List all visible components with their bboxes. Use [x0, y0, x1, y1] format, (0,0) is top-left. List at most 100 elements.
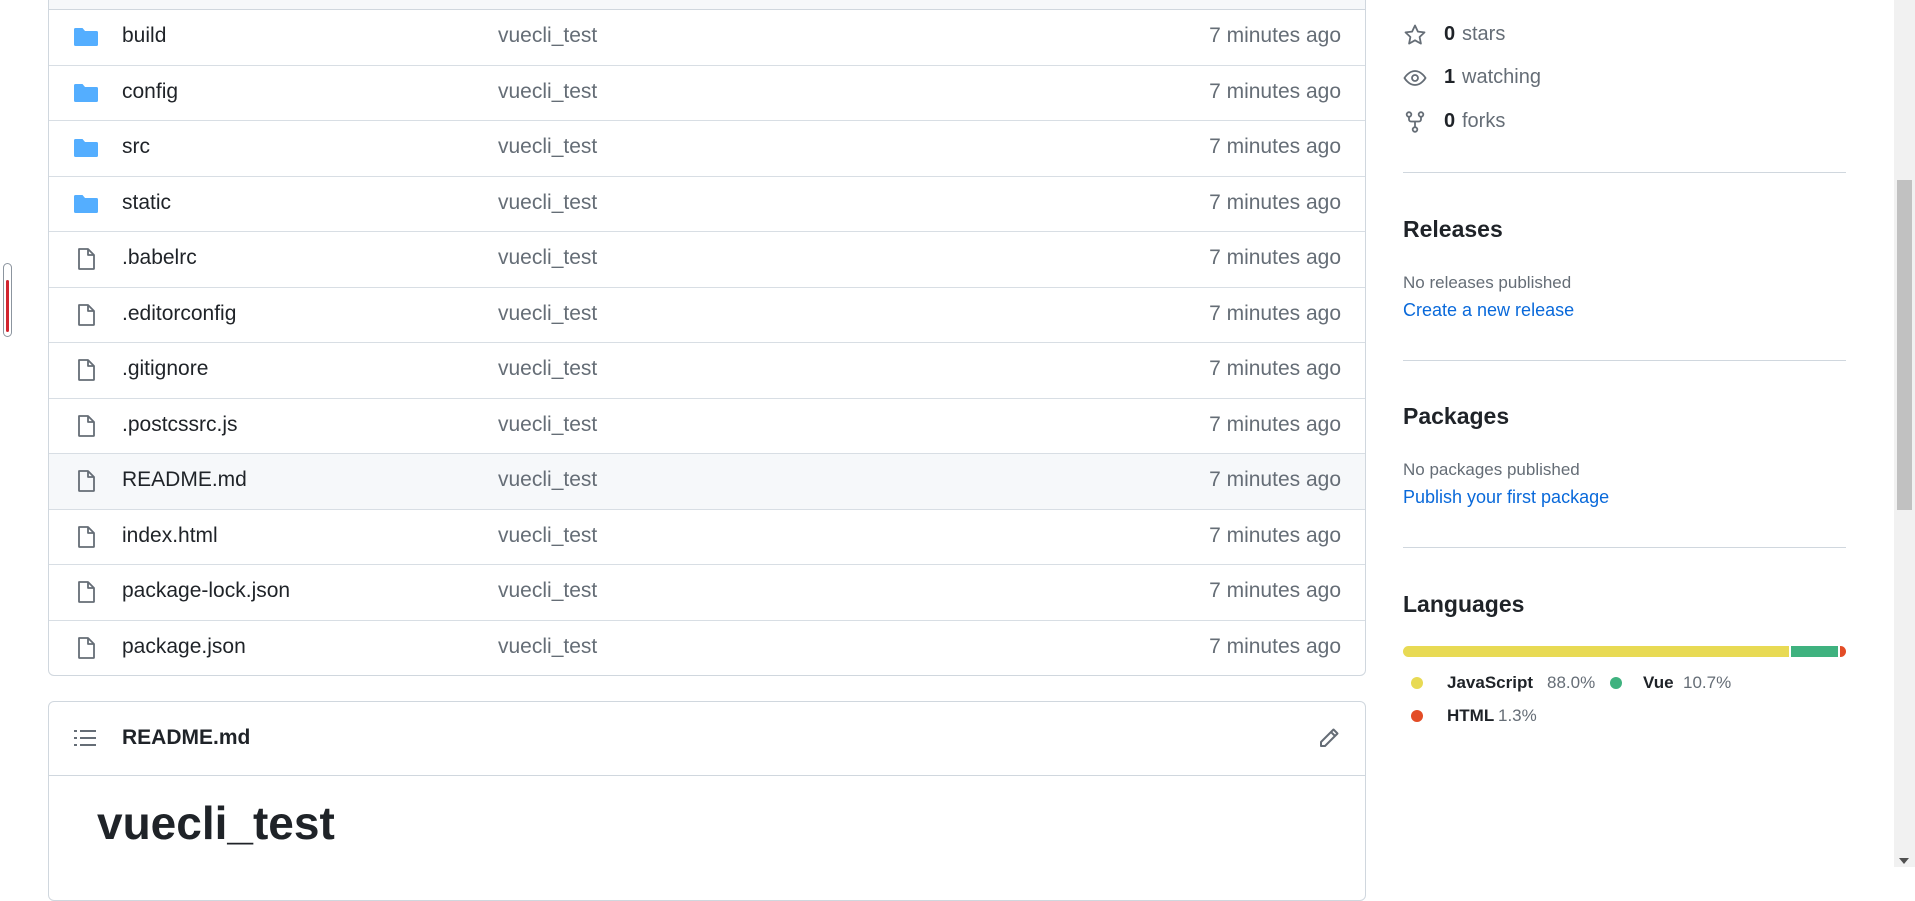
language-dot-html — [1411, 710, 1423, 722]
folder-icon — [74, 28, 98, 46]
commit-message-link[interactable]: vuecli_test — [498, 302, 597, 326]
language-dot-javascript — [1411, 677, 1423, 689]
file-row[interactable]: static vuecli_test 7 minutes ago — [49, 177, 1365, 232]
commit-age[interactable]: 7 minutes ago — [1209, 468, 1341, 492]
forks-label: forks — [1462, 110, 1506, 132]
releases-heading[interactable]: Releases — [1403, 216, 1503, 243]
commit-message-link[interactable]: vuecli_test — [498, 24, 597, 48]
commit-age[interactable]: 7 minutes ago — [1209, 413, 1341, 437]
fork-icon — [1405, 111, 1425, 133]
stars-label: stars — [1462, 23, 1506, 45]
file-name-link[interactable]: config — [122, 80, 178, 104]
file-icon — [78, 581, 95, 603]
sidebar-divider — [1403, 360, 1846, 361]
language-name: JavaScript — [1447, 673, 1533, 692]
releases-empty-text: No releases published — [1403, 273, 1572, 292]
commit-age[interactable]: 7 minutes ago — [1209, 302, 1341, 326]
watching-count: 1 — [1444, 66, 1456, 88]
file-icon — [78, 414, 95, 437]
file-name-link[interactable]: package-lock.json — [122, 579, 290, 603]
star-icon — [1404, 24, 1426, 45]
readme-header: README.md — [49, 702, 1365, 776]
file-name-link[interactable]: index.html — [122, 524, 218, 548]
commit-age[interactable]: 7 minutes ago — [1209, 80, 1341, 104]
commit-message-link[interactable]: vuecli_test — [498, 80, 597, 104]
language-percent: 1.3% — [1498, 706, 1537, 725]
file-name-link[interactable]: .editorconfig — [122, 302, 236, 326]
file-list-header — [49, 0, 1365, 10]
commit-age[interactable]: 7 minutes ago — [1209, 135, 1341, 159]
language-percent: 10.7% — [1683, 673, 1732, 692]
languages-heading: Languages — [1403, 591, 1525, 617]
language-bar — [1403, 646, 1846, 657]
commit-age[interactable]: 7 minutes ago — [1209, 191, 1341, 215]
file-row[interactable]: .gitignore vuecli_test 7 minutes ago — [49, 343, 1365, 399]
file-row[interactable]: .postcssrc.js vuecli_test 7 minutes ago — [49, 399, 1365, 454]
file-name-link[interactable]: package.json — [122, 635, 246, 659]
packages-empty-text: No packages published — [1403, 460, 1580, 479]
scrollbar-thumb[interactable] — [1897, 180, 1912, 510]
commit-message-link[interactable]: vuecli_test — [498, 524, 597, 548]
file-icon — [78, 248, 95, 270]
file-row[interactable]: package-lock.json vuecli_test 7 minutes ag… — [49, 565, 1365, 621]
file-row[interactable]: index.html vuecli_test 7 minutes ago — [49, 510, 1365, 565]
commit-message-link[interactable]: vuecli_test — [498, 135, 597, 159]
commit-age[interactable]: 7 minutes ago — [1209, 246, 1341, 270]
file-row[interactable]: .editorconfig vuecli_test 7 minutes ago — [49, 288, 1365, 343]
language-name: HTML — [1447, 706, 1495, 725]
language-percent: 88.0% — [1547, 673, 1596, 692]
language-bar-segment-html[interactable] — [1840, 646, 1846, 657]
file-icon — [78, 359, 95, 381]
file-row[interactable]: build vuecli_test 7 minutes ago — [49, 10, 1365, 66]
readme-panel: README.md vuecli_test — [48, 701, 1366, 901]
language-name: Vue — [1643, 673, 1674, 692]
sidebar-divider — [1403, 172, 1846, 173]
commit-message-link[interactable]: vuecli_test — [498, 191, 597, 215]
commit-message-link[interactable]: vuecli_test — [498, 357, 597, 381]
language-bar-segment-javascript[interactable] — [1403, 646, 1790, 657]
pencil-edit-icon[interactable] — [1317, 726, 1341, 750]
page-scrollbar[interactable] — [1894, 0, 1915, 867]
commit-age[interactable]: 7 minutes ago — [1209, 357, 1341, 381]
file-name-link[interactable]: .postcssrc.js — [122, 413, 238, 437]
file-name-link[interactable]: static — [122, 191, 171, 215]
outline-list-icon[interactable] — [73, 727, 97, 749]
commit-age[interactable]: 7 minutes ago — [1209, 579, 1341, 603]
file-name-link[interactable]: .babelrc — [122, 246, 197, 270]
file-row[interactable]: README.md vuecli_test 7 minutes ago — [49, 454, 1365, 510]
file-row[interactable]: package.json vuecli_test 7 minutes ago — [49, 621, 1365, 676]
commit-age[interactable]: 7 minutes ago — [1209, 24, 1341, 48]
forks-count: 0 — [1444, 110, 1456, 132]
file-icon — [78, 636, 95, 659]
file-name-link[interactable]: .gitignore — [122, 357, 208, 381]
folder-icon — [74, 83, 98, 102]
file-icon — [78, 303, 95, 326]
commit-message-link[interactable]: vuecli_test — [498, 246, 597, 270]
commit-message-link[interactable]: vuecli_test — [498, 635, 597, 659]
packages-heading[interactable]: Packages — [1403, 403, 1509, 430]
create-release-link[interactable]: Create a new release — [1403, 300, 1574, 321]
commit-message-link[interactable]: vuecli_test — [498, 468, 597, 492]
stars-count: 0 — [1444, 23, 1456, 45]
language-bar-segment-vue[interactable] — [1791, 646, 1839, 657]
commit-message-link[interactable]: vuecli_test — [498, 579, 597, 603]
publish-package-link[interactable]: Publish your first package — [1403, 487, 1609, 508]
scroll-position-fill — [6, 280, 9, 332]
file-name-link[interactable]: README.md — [122, 468, 247, 492]
commit-message-link[interactable]: vuecli_test — [498, 413, 597, 437]
language-dot-vue — [1610, 677, 1622, 689]
file-row[interactable]: .babelrc vuecli_test 7 minutes ago — [49, 232, 1365, 288]
scroll-down-arrow-icon[interactable] — [1899, 858, 1909, 864]
file-row[interactable]: src vuecli_test 7 minutes ago — [49, 121, 1365, 177]
watching-label: watching — [1462, 66, 1541, 88]
file-row[interactable]: config vuecli_test 7 minutes ago — [49, 66, 1365, 121]
commit-age[interactable]: 7 minutes ago — [1209, 524, 1341, 548]
readme-heading: vuecli_test — [97, 797, 335, 849]
eye-icon — [1403, 70, 1427, 86]
file-name-link[interactable]: build — [122, 24, 166, 48]
file-name-link[interactable]: src — [122, 135, 150, 159]
folder-icon — [74, 139, 98, 157]
commit-age[interactable]: 7 minutes ago — [1209, 635, 1341, 659]
file-icon — [78, 470, 95, 492]
readme-filename[interactable]: README.md — [122, 726, 250, 750]
